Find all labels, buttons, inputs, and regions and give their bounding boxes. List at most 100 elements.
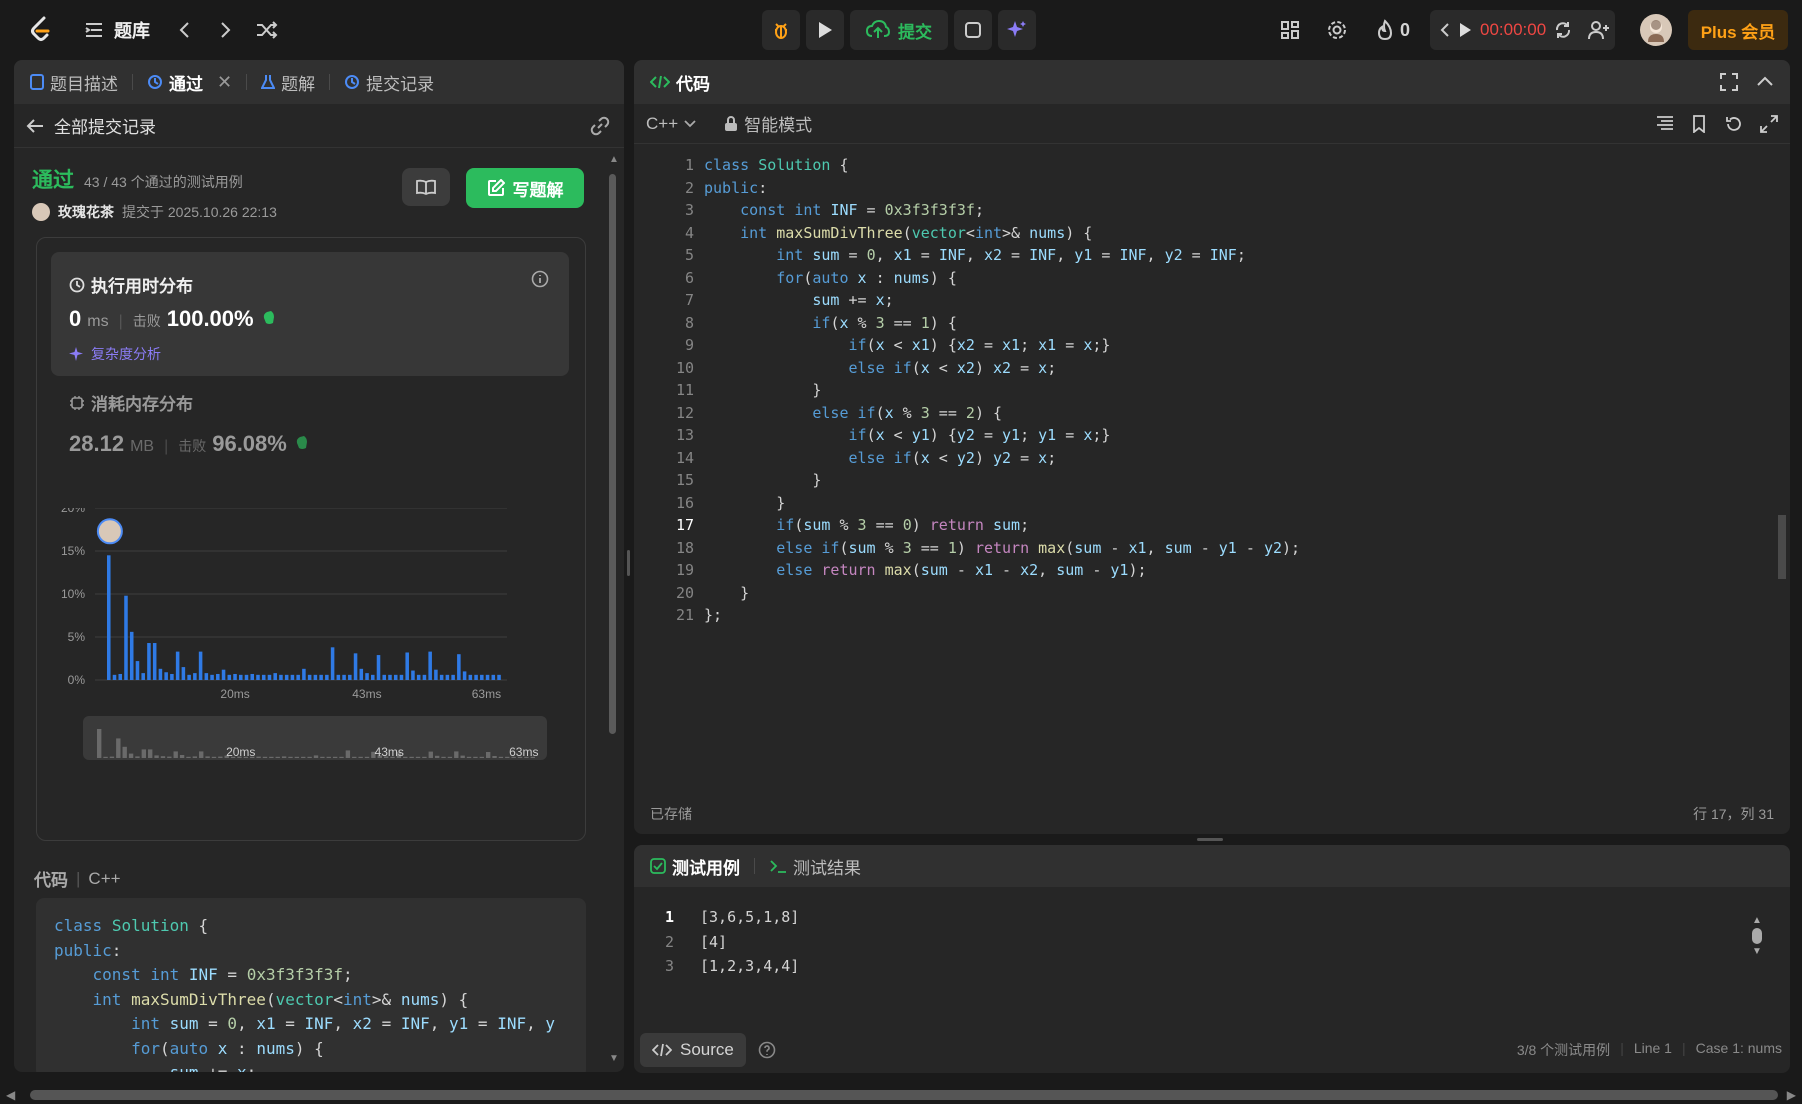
code-line[interactable]: if(x < x1) {x2 = x1; x1 = x;} — [704, 334, 1300, 357]
terminal-icon — [770, 860, 786, 873]
language-select[interactable]: C++ — [646, 114, 696, 134]
back-to-submissions[interactable]: 全部提交记录 — [14, 104, 624, 148]
tab-testcases[interactable]: 测试用例 — [672, 854, 740, 879]
chevron-left-icon[interactable] — [1440, 22, 1450, 38]
bar — [233, 673, 237, 680]
tab-solutions[interactable]: 题解 — [281, 70, 315, 95]
bar — [158, 668, 163, 680]
code-line[interactable]: } — [704, 582, 1300, 605]
line-number: 20 — [675, 583, 694, 602]
submit-button[interactable]: 提交 — [850, 10, 948, 50]
vertical-resize-handle[interactable] — [627, 550, 630, 576]
fullscreen-icon[interactable] — [1720, 73, 1738, 91]
next-problem-button[interactable] — [212, 14, 240, 46]
mini-bar — [479, 756, 484, 758]
submit-time: 提交于 2025.10.26 22:13 — [122, 204, 277, 220]
code-line[interactable]: class Solution { — [704, 154, 1300, 177]
layout-button[interactable] — [1275, 14, 1305, 46]
undo-icon[interactable] — [1724, 115, 1742, 133]
scrollbar-thumb[interactable] — [30, 1090, 1778, 1100]
runtime-card[interactable]: 执行用时分布 0 ms | 击败 100.00% 复杂度分析 — [51, 252, 569, 376]
code-line[interactable]: else if(sum % 3 == 1) return max(sum - x… — [704, 537, 1300, 560]
code-line[interactable]: } — [704, 469, 1300, 492]
code-line[interactable]: } — [704, 492, 1300, 515]
leetcode-logo-icon[interactable] — [26, 14, 56, 44]
panel-resize-handle[interactable] — [1197, 838, 1223, 841]
streak-button[interactable]: 0 — [1370, 14, 1416, 46]
reset-icon[interactable] — [1554, 21, 1572, 39]
random-problem-button[interactable] — [252, 14, 282, 46]
code-line[interactable]: else if(x < y2) y2 = x; — [704, 447, 1300, 470]
settings-button[interactable] — [1322, 14, 1352, 46]
bar — [307, 674, 312, 680]
tab-description[interactable]: 题目描述 — [50, 70, 118, 95]
link-icon[interactable] — [590, 116, 610, 136]
expand-icon[interactable] — [1760, 114, 1778, 133]
code-section-header: 代码 | C++ — [34, 866, 121, 891]
code-line[interactable]: else if(x < x2) x2 = x; — [704, 357, 1300, 380]
run-button[interactable] — [806, 10, 844, 50]
layout-grid-icon — [1281, 21, 1299, 39]
format-icon[interactable] — [1656, 115, 1674, 131]
chip-icon — [70, 395, 84, 410]
runtime-distribution-chart[interactable]: 20% 15% 10% 5% 0% 20ms 43ms 63ms 20ms 43ms 63ms — [37, 508, 587, 838]
editor-scrollbar-thumb[interactable] — [1778, 515, 1786, 579]
bookmark-icon[interactable] — [1692, 114, 1706, 133]
code-line[interactable]: if(sum % 3 == 0) return sum; — [704, 514, 1300, 537]
bar — [376, 655, 381, 680]
help-icon[interactable] — [758, 1041, 776, 1059]
left-scrollbar[interactable]: ▲ ▼ — [606, 154, 619, 1064]
code-line[interactable]: public: — [704, 177, 1300, 200]
list-icon — [85, 23, 102, 37]
code-line[interactable]: else return max(sum - x1 - x2, sum - y1)… — [704, 559, 1300, 582]
close-tab-icon[interactable]: ✕ — [217, 72, 232, 93]
debug-button[interactable] — [762, 10, 800, 50]
source-button[interactable]: Source — [640, 1033, 746, 1067]
collapse-icon[interactable] — [1756, 73, 1774, 91]
add-user-icon[interactable] — [1588, 20, 1610, 40]
code-line[interactable]: int maxSumDivThree(vector<int>& nums) { — [704, 222, 1300, 245]
mini-bar — [256, 756, 261, 758]
code-line[interactable]: }; — [704, 604, 1300, 627]
page-horizontal-scrollbar[interactable]: ◀ ▶ — [0, 1086, 1802, 1104]
code-line[interactable]: int sum = 0, x1 = INF, x2 = INF, y1 = IN… — [704, 244, 1300, 267]
write-solution-button[interactable]: 写题解 — [466, 168, 584, 208]
tab-test-results[interactable]: 测试结果 — [793, 854, 861, 879]
avatar[interactable] — [1640, 14, 1672, 46]
code-icon — [650, 75, 670, 89]
code-line[interactable]: sum += x; — [704, 289, 1300, 312]
code-line[interactable]: if(x < y1) {y2 = y1; y1 = x;} — [704, 424, 1300, 447]
prev-problem-button[interactable] — [170, 14, 198, 46]
code-line[interactable]: } — [704, 379, 1300, 402]
code-line[interactable]: const int INF = 0x3f3f3f3f; — [704, 199, 1300, 222]
bar — [313, 674, 318, 680]
testcase-input-editor[interactable]: 1 [3,6,5,1,8] 2 [4] 3 [1,2,3,4,4] — [634, 905, 1790, 979]
mini-bar — [262, 756, 268, 758]
x-tick-label: 20ms — [220, 687, 249, 701]
notebook-button[interactable] — [402, 168, 450, 206]
testcase-footer: Source 3/8 个测试用例 | Line 1 | Case 1: nums — [634, 1027, 1790, 1073]
tab-accepted[interactable]: 通过 — [169, 70, 203, 95]
tab-submissions[interactable]: 提交记录 — [366, 70, 434, 95]
code-line[interactable]: for(auto x : nums) { — [704, 267, 1300, 290]
mini-bar — [211, 756, 217, 758]
bar — [118, 673, 123, 680]
code-editor[interactable]: class Solution {public: const int INF = … — [704, 146, 1300, 627]
smart-mode-toggle[interactable]: 智能模式 — [724, 111, 812, 136]
plus-membership-button[interactable]: Plus 会员 — [1688, 10, 1788, 50]
bar — [445, 674, 450, 680]
complexity-link[interactable]: 复杂度分析 — [69, 344, 161, 364]
ai-assistant-button[interactable] — [998, 10, 1036, 50]
user-name[interactable]: 玫瑰花茶 — [58, 202, 114, 222]
scrollbar-thumb[interactable] — [609, 174, 616, 734]
timer-play-icon[interactable] — [1458, 22, 1472, 38]
notes-button[interactable] — [954, 10, 992, 50]
bar — [170, 673, 174, 680]
testcase-scrollbar[interactable]: ▲ ▼ — [1752, 915, 1764, 975]
code-line[interactable]: else if(x % 3 == 2) { — [704, 402, 1300, 425]
code-line[interactable]: if(x % 3 == 1) { — [704, 312, 1300, 335]
bar — [325, 674, 329, 680]
problem-list-button[interactable]: 题库 — [84, 14, 150, 46]
memory-card[interactable]: 消耗内存分布 28.12 MB | 击败 96.08% — [69, 390, 311, 457]
info-icon[interactable] — [531, 270, 549, 288]
